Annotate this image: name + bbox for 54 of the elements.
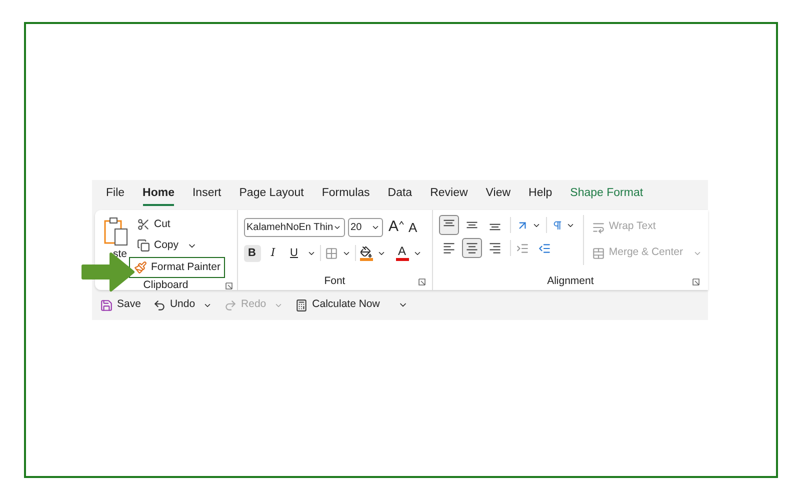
ribbon-tab[interactable]: Formulas	[322, 184, 370, 206]
ribbon-tab[interactable]: Home	[142, 184, 174, 206]
scissors-icon	[137, 218, 150, 231]
font-style-button[interactable]: U	[286, 244, 303, 262]
text-direction-icon	[552, 220, 563, 230]
align-lines-icon	[488, 223, 502, 231]
ribbon-tab[interactable]: View	[486, 184, 511, 206]
ribbon-tab[interactable]: Page Layout	[239, 184, 304, 206]
align-lines-icon	[442, 240, 456, 256]
format-painter-button[interactable]: Format Painter	[129, 257, 226, 278]
ribbon-tab[interactable]: Insert	[192, 184, 222, 206]
dialog-launcher-icon[interactable]	[418, 278, 426, 286]
align-lines-icon	[442, 219, 456, 227]
align-lines-icon	[488, 240, 502, 256]
align-lines-icon	[464, 221, 479, 229]
indent-increase-icon	[516, 242, 529, 254]
calculator-icon	[295, 298, 308, 312]
cut-button[interactable]: Cut	[137, 215, 226, 234]
caret-up-icon	[398, 221, 404, 226]
font-size-field[interactable]: 20	[348, 218, 383, 237]
quick-access-button[interactable]: Calculate Now	[295, 297, 380, 313]
copy-icon	[137, 239, 150, 252]
border-icon	[324, 246, 338, 260]
paste-icon[interactable]	[103, 217, 129, 247]
font-color-button[interactable]: A	[396, 245, 409, 261]
align-button[interactable]	[438, 215, 459, 235]
font-name-field[interactable]: KalamehNoEn Thin	[244, 218, 345, 237]
align-button[interactable]	[462, 238, 482, 258]
font-style-button[interactable]: I	[264, 244, 282, 262]
redo-icon	[224, 298, 238, 312]
undo-icon	[152, 298, 166, 312]
paintbrush-icon	[134, 261, 147, 274]
quick-access-button[interactable]: Undo	[152, 297, 212, 313]
font-style-button[interactable]: B	[244, 244, 261, 262]
ribbon-tab[interactable]: Review	[430, 184, 468, 206]
ribbon-tab[interactable]: Shape Format	[570, 184, 644, 206]
group-label: Clipboard	[143, 278, 188, 293]
group-label: Alignment	[547, 274, 594, 290]
fill-color-icon[interactable]	[360, 246, 373, 260]
wrap-text-icon	[592, 220, 605, 234]
dialog-launcher-icon[interactable]	[224, 282, 233, 290]
copy-button[interactable]: Copy	[137, 236, 226, 255]
pointer-arrow-icon	[81, 250, 137, 294]
ribbon-tab[interactable]: File	[106, 184, 125, 206]
quick-access-button[interactable]: Save	[100, 297, 141, 313]
shrink-font-button[interactable]: A	[408, 218, 418, 237]
align-lines-icon	[464, 240, 479, 256]
merge-cells-icon	[592, 246, 605, 260]
ribbon-tab[interactable]: Data	[388, 184, 412, 206]
grow-font-button[interactable]: A	[388, 216, 399, 238]
indent-decrease-icon	[538, 242, 551, 254]
ribbon-tab[interactable]: Help	[528, 184, 552, 206]
dialog-launcher-icon[interactable]	[692, 278, 700, 286]
group-label: Font	[324, 274, 346, 290]
